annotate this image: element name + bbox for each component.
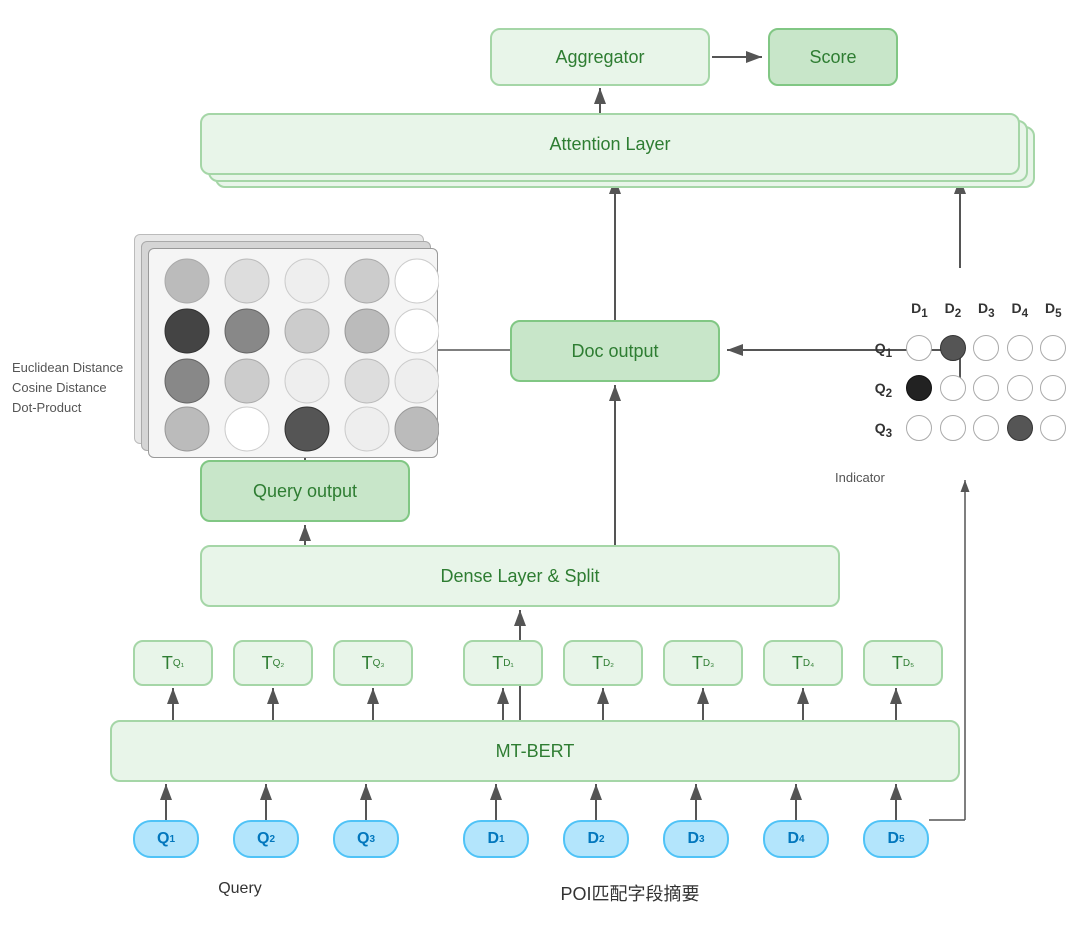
mt-bert-box: MT-BERT	[110, 720, 960, 782]
doc-output-box: Doc output	[510, 320, 720, 382]
cosine-label: Cosine Distance	[12, 380, 107, 395]
dense-layer-box: Dense Layer & Split	[200, 545, 840, 607]
d4-input: D4	[763, 820, 829, 858]
dot-product-label: Dot-Product	[12, 400, 81, 415]
td5-box: TD₅	[863, 640, 943, 686]
td3-box: TD₃	[663, 640, 743, 686]
d5-input: D5	[863, 820, 929, 858]
td2-box: TD₂	[563, 640, 643, 686]
attention-layer-front: Attention Layer	[200, 113, 1020, 175]
q3-input: Q3	[333, 820, 399, 858]
euclidean-label: Euclidean Distance	[12, 360, 123, 375]
tq2-box: TQ₂	[233, 640, 313, 686]
diagram-container: Aggregator Score Attention Layer	[0, 0, 1080, 944]
d1-input: D1	[463, 820, 529, 858]
td4-box: TD₄	[763, 640, 843, 686]
aggregator-box: Aggregator	[490, 28, 710, 86]
q2-input: Q2	[233, 820, 299, 858]
query-label: Query	[190, 880, 290, 898]
indicator-grid: D1 D2 D3 D4 D5 Q1 Q2	[830, 270, 1070, 480]
score-box: Score	[768, 28, 898, 86]
tq3-box: TQ₃	[333, 640, 413, 686]
q1-input: Q1	[133, 820, 199, 858]
query-output-box: Query output	[200, 460, 410, 522]
poi-label: POI匹配字段摘要	[490, 880, 770, 906]
d2-input: D2	[563, 820, 629, 858]
td1-box: TD₁	[463, 640, 543, 686]
tq1-box: TQ₁	[133, 640, 213, 686]
d3-input: D3	[663, 820, 729, 858]
